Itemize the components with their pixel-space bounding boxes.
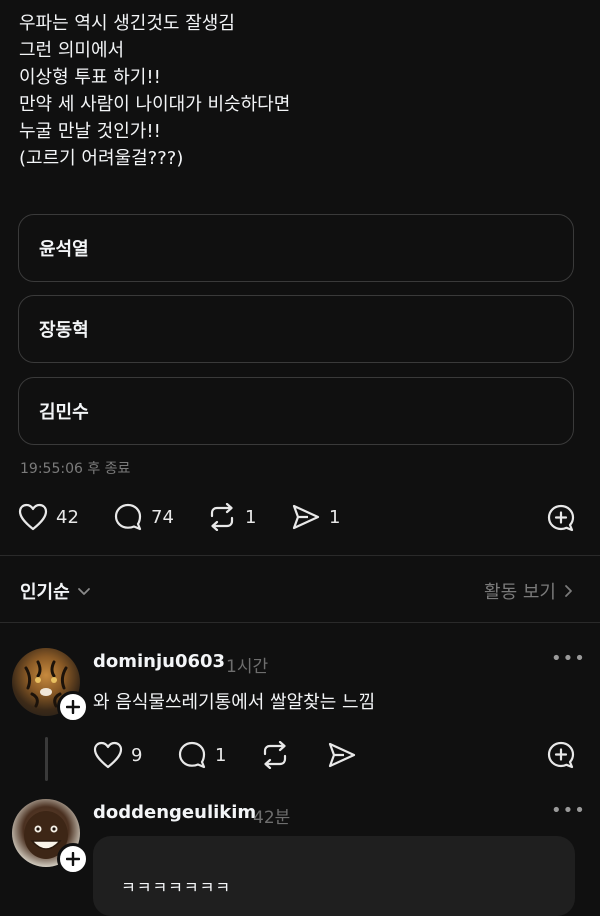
post-text-line: 이상형 투표 하기!! <box>19 67 161 88</box>
plus-icon <box>66 700 80 714</box>
comment-like-button[interactable]: 9 <box>93 741 142 769</box>
poll-option-2[interactable]: 장동혁 <box>18 295 574 363</box>
post-text-line: 우파는 역시 생긴것도 잘생김 <box>19 13 235 34</box>
section-divider <box>0 622 600 623</box>
more-options-icon[interactable]: ••• <box>551 800 586 821</box>
heart-icon <box>18 503 48 531</box>
like-button[interactable]: 42 <box>18 503 79 531</box>
follow-button[interactable] <box>57 843 89 875</box>
like-count: 42 <box>56 506 79 528</box>
section-divider <box>0 555 600 556</box>
add-quote-icon <box>547 741 575 769</box>
thread-line <box>45 737 48 781</box>
comment-timestamp: 42분 <box>253 808 291 828</box>
poll-option-label: 윤석열 <box>39 239 89 260</box>
comment-text: ㅋㅋㅋㅋㅋㅋㅋ <box>121 878 232 897</box>
post-text-line: 누굴 만날 것인가!! <box>19 121 161 142</box>
plus-icon <box>66 852 80 866</box>
repost-icon <box>263 741 287 769</box>
comment-quote-button[interactable] <box>546 740 576 770</box>
comment-text: 와 음식물쓰레기통에서 쌀알찾는 느낌 <box>93 692 376 713</box>
chevron-down-icon <box>77 588 90 595</box>
comment-reply-button[interactable]: 1 <box>177 741 226 769</box>
repost-count: 1 <box>245 506 257 528</box>
comment-count: 74 <box>151 506 174 528</box>
share-button[interactable]: 1 <box>291 503 340 531</box>
post-text-line: (고르기 어려울걸???) <box>19 148 184 169</box>
more-options-icon[interactable]: ••• <box>551 648 586 669</box>
follow-button[interactable] <box>57 691 89 723</box>
comment-bubble-icon <box>178 741 206 769</box>
poll-option-1[interactable]: 윤석열 <box>18 214 574 282</box>
comment-username[interactable]: doddengeulikim <box>93 802 256 823</box>
share-count: 1 <box>329 506 341 528</box>
comment-reply-count: 1 <box>215 744 227 766</box>
add-quote-icon <box>547 504 575 532</box>
comment-repost-button[interactable] <box>260 741 290 769</box>
sort-dropdown[interactable]: 인기순 <box>20 578 92 604</box>
poll-option-label: 장동혁 <box>39 320 89 341</box>
send-icon <box>292 504 320 530</box>
comment-like-count: 9 <box>131 744 143 766</box>
post-text-line: 그런 의미에서 <box>19 40 125 61</box>
activity-label: 활동 보기 <box>484 582 556 603</box>
comment-username[interactable]: dominju0603 <box>93 651 225 672</box>
poll-option-3[interactable]: 김민수 <box>18 377 574 445</box>
repost-icon <box>210 503 234 531</box>
poll-end-time: 19:55:06 후 종료 <box>20 461 131 477</box>
comment-bubble-icon <box>114 503 142 531</box>
sort-label: 인기순 <box>20 582 70 603</box>
comment-bubble: ㅋㅋㅋㅋㅋㅋㅋ <box>93 836 575 916</box>
repost-button[interactable]: 1 <box>207 503 256 531</box>
send-icon <box>328 742 356 768</box>
comment-button[interactable]: 74 <box>113 503 174 531</box>
poll-option-label: 김민수 <box>39 402 89 423</box>
comment-share-button[interactable] <box>327 741 357 769</box>
post-text-line: 만약 세 사람이 나이대가 비슷하다면 <box>19 94 291 115</box>
post-body: 우파는 역시 생긴것도 잘생김 그런 의미에서 이상형 투표 하기!! 만약 세… <box>19 10 579 172</box>
comment-timestamp: 1시간 <box>226 657 269 677</box>
add-quote-button[interactable] <box>546 503 576 533</box>
view-activity-link[interactable]: 활동 보기 <box>484 578 576 604</box>
chevron-right-icon <box>565 585 572 597</box>
heart-icon <box>93 741 123 769</box>
